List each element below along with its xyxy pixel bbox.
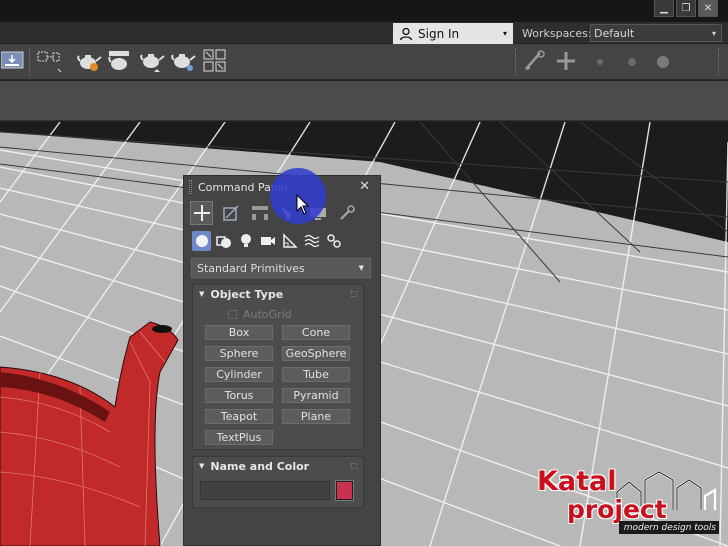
minimize-button[interactable]: ▁	[654, 0, 674, 17]
collapse-triangle-icon: ▼	[199, 290, 205, 298]
title-bar: ▁ ❐ ✕	[0, 0, 728, 22]
name-and-color-rollout-header[interactable]: ▼ Name and Color	[193, 457, 363, 475]
name-and-color-rollout: ▼ Name and Color	[192, 456, 364, 508]
geosphere-button[interactable]: GeoSphere	[282, 346, 350, 361]
helpers-icon	[282, 233, 298, 248]
category-shapes[interactable]	[214, 231, 233, 251]
tab-modify[interactable]	[219, 201, 242, 225]
render-production-icon[interactable]	[139, 48, 165, 74]
toolbar-dot-icon[interactable]	[628, 58, 636, 66]
shapes-icon	[215, 236, 231, 248]
cylinder-button[interactable]: Cylinder	[205, 367, 273, 382]
systems-icon	[326, 234, 341, 248]
category-geometry[interactable]	[192, 231, 211, 251]
chevron-down-icon: ▾	[502, 29, 507, 38]
ribbon-strip	[0, 81, 728, 121]
chevron-down-icon: ▾	[711, 28, 716, 38]
cone-button[interactable]: Cone	[282, 325, 350, 340]
collapse-triangle-icon: ▼	[199, 462, 205, 470]
logo-line1: Katal	[537, 466, 617, 497]
box-button[interactable]: Box	[205, 325, 273, 340]
sign-in-button[interactable]: Sign In ▾	[393, 23, 513, 44]
toolbar-dot-icon[interactable]	[657, 56, 669, 68]
add-helper-icon[interactable]	[553, 48, 579, 74]
rendered-frame-window-icon[interactable]	[106, 48, 132, 74]
category-space-warps[interactable]	[302, 231, 321, 251]
torus-button[interactable]: Torus	[205, 388, 273, 403]
object-name-input[interactable]	[200, 481, 330, 500]
category-helpers[interactable]	[280, 231, 299, 251]
select-link-icon[interactable]	[36, 48, 62, 74]
space-warps-icon	[304, 234, 319, 248]
pyramid-button[interactable]: Pyramid	[282, 388, 350, 403]
toolbar-separator	[515, 48, 517, 76]
tab-hierarchy[interactable]	[248, 201, 271, 225]
plane-button[interactable]: Plane	[282, 409, 350, 424]
sphere-button[interactable]: Sphere	[205, 346, 273, 361]
create-categories	[192, 231, 372, 253]
category-systems[interactable]	[324, 231, 343, 251]
close-panel-button[interactable]: ✕	[359, 179, 370, 194]
category-cameras[interactable]	[258, 231, 277, 251]
utilities-icon	[339, 205, 355, 220]
object-type-rollout-header[interactable]: ▼ Object Type	[193, 285, 363, 303]
autogrid-checkbox[interactable]: AutoGrid	[228, 308, 292, 321]
command-panel[interactable]: Command Panel ✕ Standard Primitives ▼ ▼ …	[183, 175, 381, 546]
autogrid-label: AutoGrid	[243, 308, 292, 321]
hierarchy-icon	[251, 206, 268, 220]
tab-create[interactable]	[190, 201, 213, 225]
chevron-down-icon: ▼	[358, 264, 364, 272]
lights-icon	[240, 234, 251, 247]
katal-project-logo: Katal project modern design tools	[535, 464, 721, 536]
object-category-dropdown[interactable]: Standard Primitives ▼	[191, 258, 371, 278]
logo-tagline: modern design tools	[619, 521, 719, 534]
object-color-swatch[interactable]	[335, 480, 354, 501]
tab-utilities[interactable]	[335, 201, 358, 225]
teapot-button[interactable]: Teapot	[205, 409, 273, 424]
cameras-icon	[260, 237, 275, 245]
render-frame-grid-icon[interactable]	[202, 48, 228, 74]
rollout-pin-icon	[351, 463, 357, 469]
sign-in-label: Sign In	[418, 26, 460, 41]
account-strip: Sign In ▾ Workspaces: Default ▾	[0, 22, 728, 44]
drag-handle-icon[interactable]	[189, 180, 192, 194]
main-toolbar	[0, 44, 728, 80]
modify-icon	[222, 205, 239, 221]
close-window-button[interactable]: ✕	[698, 0, 718, 17]
textplus-button[interactable]: TextPlus	[205, 430, 273, 445]
toolbar-dot-icon[interactable]	[597, 59, 603, 65]
checkbox-icon	[228, 310, 237, 319]
tube-button[interactable]: Tube	[282, 367, 350, 382]
restore-button[interactable]: ❐	[676, 0, 696, 17]
toolbar-separator	[29, 48, 31, 76]
bone-tool-icon[interactable]	[522, 48, 548, 74]
window-controls: ▁ ❐ ✕	[654, 0, 718, 17]
workspace-value: Default	[594, 26, 635, 40]
logo-line2: project	[567, 495, 667, 524]
create-icon	[193, 205, 210, 221]
workspace-select[interactable]: Default ▾	[590, 24, 722, 42]
mouse-pointer-icon	[296, 194, 310, 215]
import-icon[interactable]	[0, 48, 26, 74]
render-iterative-icon[interactable]	[170, 48, 196, 74]
toolbar-separator	[718, 48, 720, 76]
object-type-rollout: ▼ Object Type AutoGrid Box Cone Sphere G…	[192, 284, 364, 450]
object-category-value: Standard Primitives	[197, 261, 305, 275]
user-icon	[399, 27, 413, 40]
name-and-color-title: Name and Color	[210, 459, 310, 473]
workspaces-label: Workspaces:	[522, 27, 592, 40]
object-type-title: Object Type	[210, 287, 284, 301]
render-setup-icon[interactable]	[76, 48, 102, 74]
category-lights[interactable]	[236, 231, 255, 251]
geometry-icon	[195, 235, 208, 247]
rollout-pin-icon	[351, 291, 357, 297]
